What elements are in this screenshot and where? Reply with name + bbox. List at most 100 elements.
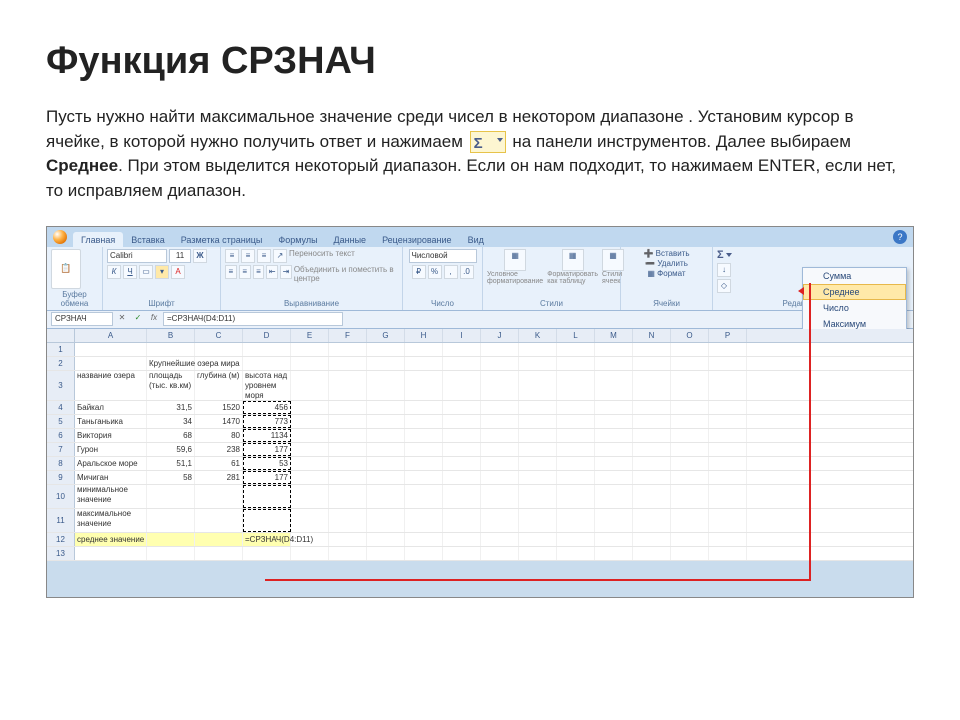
col-B[interactable]: B	[147, 329, 195, 342]
col-P[interactable]: P	[709, 329, 747, 342]
column-headers: A B C D E F G H I J K L M N O P	[47, 329, 913, 343]
cond-format-button[interactable]: ▦	[504, 249, 526, 271]
group-cells: Ячейки	[625, 299, 708, 308]
col-N[interactable]: N	[633, 329, 671, 342]
ribbon: 📋 Буфер обмена Calibri 11 Ж К Ч ▭ ▾ A Шр…	[47, 247, 913, 311]
row-6[interactable]: 6Виктория68801134	[47, 429, 913, 443]
align-right[interactable]: ≡	[253, 265, 265, 279]
currency-button[interactable]: ₽	[412, 265, 426, 279]
row-10[interactable]: 10минимальное значение	[47, 485, 913, 509]
fmttable-label: Форматировать как таблицу	[547, 271, 598, 285]
italic-button[interactable]: К	[107, 265, 121, 279]
row-9[interactable]: 9Мичиган58281177	[47, 471, 913, 485]
para-part2: на панели инструментов. Далее выбираем	[512, 132, 851, 151]
fill-down-button[interactable]: ↓	[717, 263, 731, 277]
row-12[interactable]: 12среднее значение=СРЗНАЧ(D4:D11)	[47, 533, 913, 547]
row-11[interactable]: 11максимальное значение	[47, 509, 913, 533]
orient[interactable]: ↗	[273, 249, 287, 263]
align-top[interactable]: ≡	[225, 249, 239, 263]
row-8[interactable]: 8Аральское море51,16153	[47, 457, 913, 471]
para-part3: . При этом выделится некоторый диапазон.…	[46, 156, 896, 200]
tab-layout[interactable]: Разметка страницы	[173, 232, 271, 247]
font-name-select[interactable]: Calibri	[107, 249, 167, 263]
col-M[interactable]: M	[595, 329, 633, 342]
fx-icon[interactable]: fx	[147, 312, 161, 326]
tab-home[interactable]: Главная	[73, 232, 123, 247]
row-4[interactable]: 4Байкал31,51520456	[47, 401, 913, 415]
inc-dec-button[interactable]: .0	[460, 265, 474, 279]
tab-view[interactable]: Вид	[460, 232, 492, 247]
col-G[interactable]: G	[367, 329, 405, 342]
col-O[interactable]: O	[671, 329, 709, 342]
slide-paragraph: Пусть нужно найти максимальное значение …	[46, 105, 914, 204]
formula-bar: СРЗНАЧ ✕ ✓ fx =СРЗНАЧ(D4:D11)	[47, 311, 913, 329]
merge-button[interactable]: Объединить и поместить в центре	[294, 265, 398, 283]
chevron-down-icon	[726, 253, 732, 257]
menu-count[interactable]: Число	[803, 300, 906, 316]
row-3[interactable]: 3название озераплощадь (тыс. кв.км)глуби…	[47, 371, 913, 401]
col-L[interactable]: L	[557, 329, 595, 342]
fmt-table-button[interactable]: ▦	[562, 249, 584, 271]
callout-line-h	[265, 579, 811, 581]
arrow-right-icon	[798, 287, 804, 295]
align-mid[interactable]: ≡	[241, 249, 255, 263]
col-C[interactable]: C	[195, 329, 243, 342]
help-icon[interactable]: ?	[893, 230, 907, 244]
sigma-icon: Σ	[717, 249, 724, 261]
border-button[interactable]: ▭	[139, 265, 153, 279]
enter-icon[interactable]: ✓	[131, 312, 145, 326]
clear-button[interactable]: ◇	[717, 279, 731, 293]
row-2[interactable]: 2Крупнейшие озера мира	[47, 357, 913, 371]
ribbon-tabbar: Главная Вставка Разметка страницы Формул…	[47, 227, 913, 247]
row-1[interactable]: 1	[47, 343, 913, 357]
tab-review[interactable]: Рецензирование	[374, 232, 460, 247]
col-J[interactable]: J	[481, 329, 519, 342]
spreadsheet-grid[interactable]: A B C D E F G H I J K L M N O P 1 2Крупн…	[47, 329, 913, 561]
col-A[interactable]: A	[75, 329, 147, 342]
autosum-button[interactable]: Σ	[717, 249, 732, 261]
align-center[interactable]: ≡	[239, 265, 251, 279]
bold-button[interactable]: Ж	[193, 249, 207, 263]
col-H[interactable]: H	[405, 329, 443, 342]
indent-inc[interactable]: ⇥	[280, 265, 292, 279]
group-number: Число	[407, 299, 478, 308]
col-F[interactable]: F	[329, 329, 367, 342]
delete-cells-button[interactable]: ➖ Удалить	[645, 259, 688, 268]
paste-button[interactable]: 📋	[51, 249, 81, 289]
insert-cells-button[interactable]: ➕ Вставить	[643, 249, 689, 258]
group-clipboard: Буфер обмена	[51, 290, 98, 308]
row-7[interactable]: 7Гурон59,6238177	[47, 443, 913, 457]
tab-insert[interactable]: Вставка	[123, 232, 172, 247]
row-13[interactable]: 13	[47, 547, 913, 561]
office-button[interactable]	[53, 230, 67, 244]
row-5[interactable]: 5Таньганьика341470773	[47, 415, 913, 429]
col-E[interactable]: E	[291, 329, 329, 342]
clipboard-icon: 📋	[60, 263, 71, 274]
formula-input[interactable]: =СРЗНАЧ(D4:D11)	[163, 312, 343, 326]
menu-sum[interactable]: Сумма	[803, 268, 906, 284]
cond-label: Условное форматирование	[487, 271, 543, 285]
percent-button[interactable]: %	[428, 265, 442, 279]
menu-average[interactable]: Среднее	[803, 284, 906, 300]
comma-button[interactable]: ,	[444, 265, 458, 279]
number-format-select[interactable]: Числовой	[409, 249, 477, 263]
font-size-select[interactable]: 11	[169, 249, 191, 263]
tab-data[interactable]: Данные	[326, 232, 375, 247]
slide-title: Функция СРЗНАЧ	[46, 40, 914, 83]
col-D[interactable]: D	[243, 329, 291, 342]
font-color-button[interactable]: A	[171, 265, 185, 279]
group-font: Шрифт	[107, 299, 216, 308]
format-cells-button[interactable]: ▦ Формат	[647, 269, 685, 278]
col-I[interactable]: I	[443, 329, 481, 342]
underline-button[interactable]: Ч	[123, 265, 137, 279]
tab-formulas[interactable]: Формулы	[270, 232, 325, 247]
align-bot[interactable]: ≡	[257, 249, 271, 263]
align-left[interactable]: ≡	[225, 265, 237, 279]
fill-button[interactable]: ▾	[155, 265, 169, 279]
wrap-text-button[interactable]: Переносить текст	[289, 249, 355, 263]
indent-dec[interactable]: ⇤	[266, 265, 278, 279]
cancel-icon[interactable]: ✕	[115, 312, 129, 326]
group-styles: Стили	[487, 299, 616, 308]
col-K[interactable]: K	[519, 329, 557, 342]
name-box[interactable]: СРЗНАЧ	[51, 312, 113, 326]
